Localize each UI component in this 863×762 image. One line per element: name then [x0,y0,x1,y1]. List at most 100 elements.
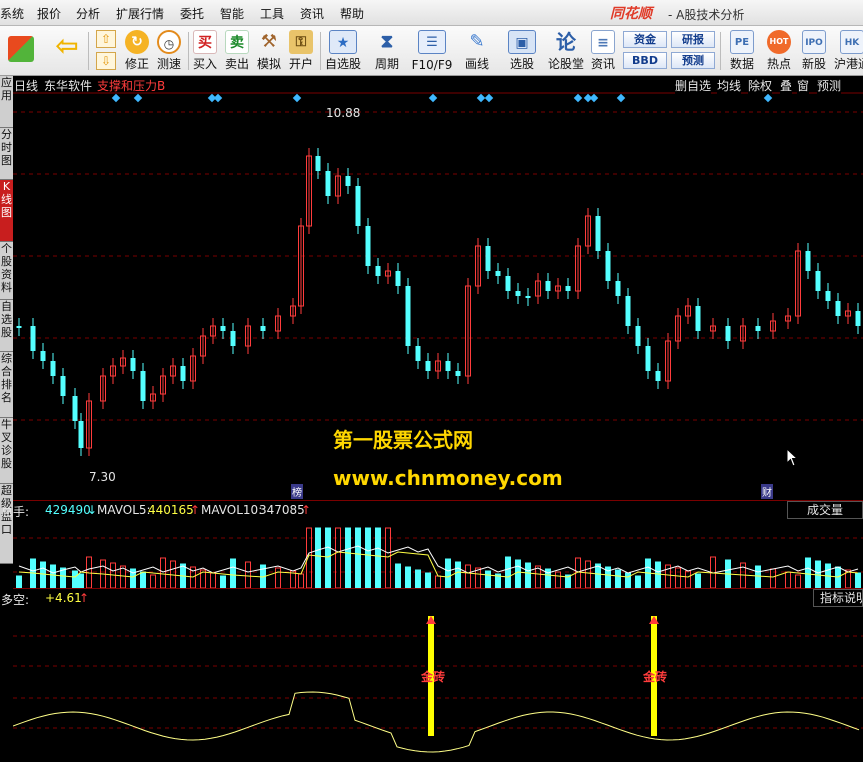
watchlist-button[interactable]: ★ 自选股 [322,26,364,76]
bbd-button[interactable]: BBD [623,52,667,69]
sidebar-tab-diagnosis[interactable]: 牛叉诊股 [0,418,13,484]
menu-help[interactable]: 帮助 [340,5,364,22]
candle-body [565,286,571,291]
forecast-button[interactable]: 预测 [671,52,715,69]
candle-body [805,251,811,271]
volume-bar [785,571,791,589]
volume-panel-header: 总手: 429490 ↓ MAVOL5: 440165 ↑ MAVOL10: 3… [1,500,863,519]
sidebar-tab-stock-profile[interactable]: 个股资料 [0,242,13,300]
volume-bar [455,561,461,589]
candle-body [455,371,461,376]
indicator-help-button[interactable]: 指标说明 [813,589,863,607]
volume-bar [465,564,471,589]
hk-connect-button[interactable]: HK 沪港通 [832,26,863,76]
volume-bar [140,571,146,589]
chart-canvas[interactable] [13,76,863,762]
volume-bar [415,569,421,589]
speed-test-label: 测速 [156,57,181,71]
volume-bar [50,564,56,589]
info-button[interactable]: ≡ 资讯 [588,26,618,76]
volume-bar [855,572,861,589]
ex-rights-button[interactable]: 除权 [748,77,773,94]
candle-body [72,396,78,421]
volume-bar [16,575,22,589]
forum-button[interactable]: 论 论股堂 [546,26,586,76]
candle-body [130,358,136,371]
sell-button[interactable]: 卖 卖出 [222,26,252,76]
speed-test-button[interactable]: ◷ 测速 [154,26,184,76]
candle-body [16,326,22,328]
candle-body [60,376,66,396]
f10-label: F10/F9 [411,58,453,72]
volume-indicator-button[interactable]: 成交量 [787,501,863,519]
period-label: 日线 [14,79,39,93]
ipo-button[interactable]: IPO 新股 [798,26,830,76]
volume-bar [230,558,236,589]
menu-smart[interactable]: 智能 [220,5,244,22]
menu-bar: 系统 报价 分析 扩展行情 委托 智能 工具 资讯 帮助 同花顺 - A股技术分… [0,0,863,26]
overlay-button[interactable]: 叠 [780,77,793,94]
ma-button[interactable]: 均线 [717,77,742,94]
volume-bar [585,560,591,589]
hot-button[interactable]: HOT 热点 [762,26,796,76]
f10-icon: ☰ [418,30,446,54]
menu-extended-quotes[interactable]: 扩展行情 [116,5,164,22]
candle-body [835,301,841,316]
lock-icon: ⚿ [289,30,313,54]
sidebar-tab-ranking[interactable]: 综合排名 [0,352,13,418]
golden-brick-signals [426,616,659,736]
forecast-chart-button[interactable]: 预测 [817,77,842,94]
buy-label: 买入 [192,57,217,71]
candle-body [645,346,651,371]
menu-tools[interactable]: 工具 [260,5,284,22]
windows-button[interactable] [4,26,38,76]
volume-bar [615,569,621,589]
scroll-updown-button[interactable]: ⇧ ⇩ [92,26,120,76]
volume-bar [385,527,391,589]
menu-system[interactable]: 系统 [0,5,24,22]
research-report-button[interactable]: 研报 [671,31,715,48]
sidebar-tab-intraday[interactable]: 分时图 [0,128,13,180]
volume-bar [635,575,641,589]
period-label: 周期 [374,57,399,71]
sidebar-tab-super-order[interactable]: 超级盘口 [0,484,13,564]
simulate-button[interactable]: ⚒ 模拟 [254,26,284,76]
volume-bar [695,573,701,589]
draw-line-button[interactable]: ✎ 画线 [458,26,496,76]
candle-body [545,281,551,291]
menu-quote[interactable]: 报价 [37,5,61,22]
menu-entrust[interactable]: 委托 [180,5,204,22]
f10-button[interactable]: ☰ F10/F9 [410,26,454,76]
forum-label: 论股堂 [547,57,584,71]
indicator-title: 支撑和压力B [97,79,166,93]
bullbear-indicator [13,691,860,753]
golden-brick-label-2: 金砖 [643,670,668,684]
candle-body [375,266,381,276]
back-button[interactable]: ⇦ [50,26,84,76]
adjust-button[interactable]: ↻ 修正 [122,26,152,76]
sidebar-tab-watchlist[interactable]: 自选股 [0,300,13,352]
volume-bar [655,561,661,589]
news-icon: ≡ [591,30,615,54]
remove-watchlist-button[interactable]: 删自选 [675,77,712,94]
menu-news[interactable]: 资讯 [300,5,324,22]
event-mark-finance[interactable]: 财 [761,484,773,499]
buy-button[interactable]: 买 买入 [190,26,220,76]
stock-screen-button[interactable]: ▣ 选股 [502,26,542,76]
open-account-button[interactable]: ⚿ 开户 [286,26,316,76]
bullbear-line [13,691,860,753]
sell-icon: 卖 [225,30,249,54]
signal-up-arrow-icon [649,616,659,624]
window-button[interactable]: 窗 [797,77,810,94]
sidebar-tab-apps[interactable]: 应用 [0,76,13,128]
menu-analysis[interactable]: 分析 [76,5,100,22]
candle-body [78,421,84,448]
data-button[interactable]: PE 数据 [724,26,760,76]
sidebar-tab-kline[interactable]: K线图 [0,180,13,242]
back-arrow-icon: ⇦ [55,29,79,62]
period-button[interactable]: ⧗ 周期 [368,26,406,76]
capital-button[interactable]: 资金 [623,31,667,48]
event-mark-ranking[interactable]: 榜 [291,484,303,499]
volume-bar [72,570,78,589]
mouse-cursor-icon [786,448,799,467]
